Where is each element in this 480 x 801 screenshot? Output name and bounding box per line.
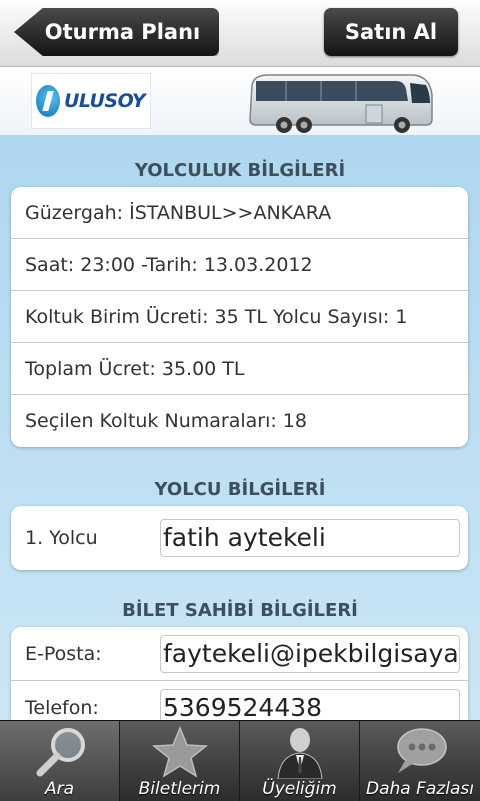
phone-input[interactable]: 5369524438 — [160, 689, 460, 720]
email-label: E-Posta: — [25, 642, 102, 665]
tab-uyeligim-label: Üyeliğim — [262, 779, 337, 799]
passenger-info-title: YOLCU BİLGİLERİ — [154, 479, 326, 500]
buy-button-label: Satın Al — [344, 20, 438, 44]
selected-seats-row: Seçilen Koltuk Numaraları: 18 — [25, 410, 307, 432]
top-bar: Oturma Planı Satın Al — [0, 0, 480, 67]
magnifier-icon — [30, 725, 90, 779]
buy-button[interactable]: Satın Al — [324, 8, 458, 56]
header-banner: ULUSOY — [0, 67, 480, 135]
time-date-row: Saat: 23:00 -Tarih: 13.03.2012 — [11, 239, 468, 291]
tab-uyeligim[interactable]: Üyeliğim — [240, 721, 360, 801]
tab-daha-fazlasi-label: Daha Fazlası — [366, 779, 474, 799]
back-button-label: Oturma Planı — [44, 20, 201, 44]
trip-info-title: YOLCULUK BİLGİLERİ — [134, 160, 346, 181]
email-input[interactable]: faytekeli@ipekbilgisayar.c — [160, 634, 460, 673]
logo-mark-icon — [36, 85, 60, 117]
tab-ara-label: Ara — [44, 779, 75, 799]
trip-info-card: Güzergah: İSTANBUL>>ANKARA Saat: 23:00 -… — [11, 187, 468, 447]
passenger-1-row: 1. Yolcu fatih aytekeli — [11, 506, 468, 570]
booking-summary-content[interactable]: YOLCULUK BİLGİLERİ Güzergah: İSTANBUL>>A… — [0, 135, 480, 720]
tab-biletlerim-label: Biletlerim — [138, 779, 221, 799]
total-price-row: Toplam Ücret: 35.00 TL — [11, 343, 468, 395]
passenger-1-label: 1. Yolcu — [25, 527, 98, 549]
back-button-seating-plan[interactable]: Oturma Planı — [14, 8, 219, 56]
phone-label: Telefon: — [25, 697, 99, 719]
tab-ara[interactable]: Ara — [0, 721, 120, 801]
tab-daha-fazlasi[interactable]: Daha Fazlası — [360, 721, 480, 801]
bus-image-icon — [249, 74, 433, 133]
ticket-owner-info-card: E-Posta: faytekeli@ipekbilgisayar.c Tele… — [11, 627, 468, 720]
speech-bubble-icon — [390, 725, 450, 779]
ticket-owner-info-title: BİLET SAHİBİ BİLGİLERİ — [122, 600, 358, 621]
tab-biletlerim[interactable]: Biletlerim — [120, 721, 240, 801]
seat-price-row: Koltuk Birim Ücreti: 35 TL Yolcu Sayısı:… — [11, 291, 468, 343]
phone-row: Telefon: 5369524438 — [11, 681, 468, 720]
logo-text: ULUSOY — [64, 90, 146, 112]
ulusoy-logo: ULUSOY — [31, 73, 151, 129]
route-row: Güzergah: İSTANBUL>>ANKARA — [11, 187, 468, 239]
person-icon — [270, 725, 330, 779]
passenger-1-name-input[interactable]: fatih aytekeli — [160, 519, 460, 557]
bottom-tab-bar: Ara Biletlerim Üyeliğim Daha Fazlası — [0, 720, 480, 801]
email-row: E-Posta: faytekeli@ipekbilgisayar.c — [11, 627, 468, 681]
passenger-info-card: 1. Yolcu fatih aytekeli — [11, 506, 468, 570]
star-icon — [150, 725, 210, 779]
